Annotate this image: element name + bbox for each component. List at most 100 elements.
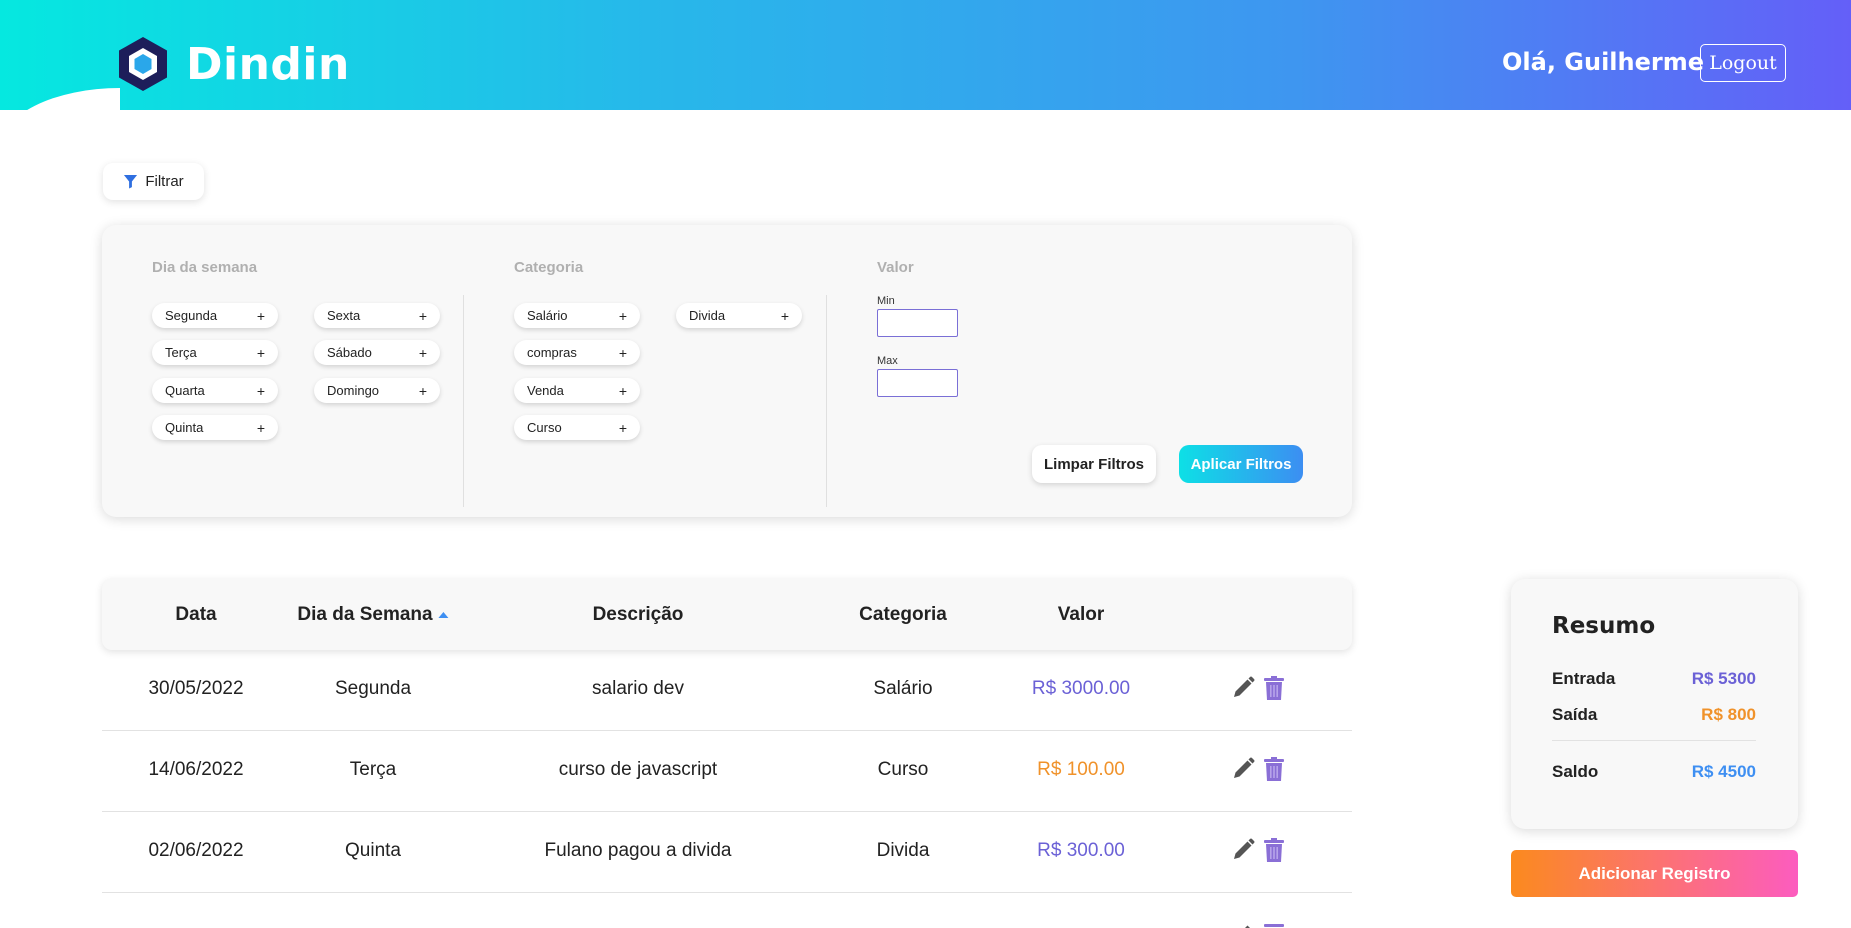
user-greeting: Olá, Guilherme: [1502, 48, 1705, 76]
chip-domingo[interactable]: Domingo +: [314, 378, 440, 403]
column-header-weekday-label: Dia da Semana: [297, 604, 433, 625]
min-value-input[interactable]: [877, 309, 958, 337]
cell-description: Fulano pagou a divida: [544, 840, 732, 861]
plus-icon: +: [618, 419, 627, 436]
cell-description: salario dev: [592, 678, 684, 699]
plus-icon: +: [780, 307, 789, 324]
clear-filters-button[interactable]: Limpar Filtros: [1032, 445, 1156, 483]
chip-label: compras: [527, 345, 577, 360]
table-row: 14/06/2022 Terça curso de javascript Cur…: [102, 731, 1352, 812]
cell-category: Divida: [876, 840, 930, 861]
pencil-edit-icon[interactable]: [1231, 756, 1255, 782]
balance-label: Saldo: [1552, 762, 1599, 781]
cell-date: 30/05/2022: [148, 678, 244, 699]
plus-icon: +: [256, 419, 265, 436]
value-filter-heading: Valor: [877, 259, 914, 276]
trash-delete-icon[interactable]: [1262, 675, 1286, 701]
chip-label: Sexta: [327, 308, 361, 323]
header-curve: [0, 88, 1851, 148]
column-header-date[interactable]: Data: [175, 604, 216, 626]
plus-icon: +: [618, 307, 627, 324]
filter-icon: [124, 174, 138, 189]
income-value: R$ 5300: [1691, 669, 1756, 688]
chip-compras[interactable]: compras +: [514, 340, 640, 365]
chip-label: Segunda: [165, 308, 218, 323]
chip-quarta[interactable]: Quarta +: [152, 378, 278, 403]
brand-logo: Dindin: [116, 35, 350, 93]
chip-label: Terça: [165, 345, 197, 360]
filter-panel: Dia da semana Segunda + Terça + Quarta + Qu…: [102, 225, 1352, 517]
income-label: Entrada: [1552, 669, 1616, 688]
min-label: Min: [877, 295, 895, 307]
max-value-input[interactable]: [877, 369, 958, 397]
cell-weekday: Terça: [349, 759, 397, 780]
trash-delete-icon[interactable]: [1262, 837, 1286, 863]
category-filter-heading: Categoria: [514, 259, 584, 276]
chip-label: Quarta: [165, 383, 205, 398]
chip-terca[interactable]: Terça +: [152, 340, 278, 365]
sort-ascending-icon: [438, 611, 449, 618]
summary-title: Resumo: [1552, 613, 1656, 639]
column-divider: [463, 295, 464, 507]
chip-curso[interactable]: Curso +: [514, 415, 640, 440]
plus-icon: +: [256, 382, 265, 399]
top-header: Dindin Olá, Guilherme Logout: [0, 0, 1851, 110]
cell-value: R$ 3000.00: [1031, 678, 1131, 699]
table-row: 30/05/2022 Segunda salario dev Salário R…: [102, 650, 1352, 731]
weekday-filter-heading: Dia da semana: [152, 259, 258, 276]
expense-label: Saída: [1552, 705, 1598, 724]
cell-value: R$ 100.00: [1037, 759, 1125, 780]
cell-weekday: Segunda: [334, 678, 412, 699]
hexagon-logo-icon: [119, 37, 167, 91]
pencil-edit-icon[interactable]: [1231, 921, 1255, 928]
summary-divider: [1552, 740, 1756, 741]
trash-delete-icon[interactable]: [1262, 756, 1286, 782]
pencil-edit-icon[interactable]: [1231, 675, 1255, 701]
chip-label: Curso: [527, 420, 562, 435]
plus-icon: +: [256, 307, 265, 324]
apply-filters-button[interactable]: Aplicar Filtros: [1179, 445, 1303, 483]
chip-quinta[interactable]: Quinta +: [152, 415, 278, 440]
trash-delete-icon[interactable]: [1262, 921, 1286, 928]
chip-label: Salário: [527, 308, 568, 323]
cell-date: 02/06/2022: [148, 840, 244, 861]
summary-card: Resumo Entrada R$ 5300 Saída R$ 800 Sald…: [1511, 579, 1798, 829]
column-header-description[interactable]: Descrição: [593, 604, 684, 626]
column-header-weekday[interactable]: Dia da Semana: [297, 604, 449, 626]
cell-category: Salário: [873, 678, 933, 699]
cell-value: R$ 300.00: [1037, 840, 1125, 861]
chip-sabado[interactable]: Sábado +: [314, 340, 440, 365]
plus-icon: +: [418, 382, 427, 399]
balance-value: R$ 4500: [1691, 762, 1756, 781]
plus-icon: +: [418, 307, 427, 324]
cell-description: curso de javascript: [558, 759, 718, 780]
cell-weekday: Quinta: [345, 840, 401, 861]
chip-sexta[interactable]: Sexta +: [314, 303, 440, 328]
chip-label: Sábado: [327, 345, 372, 360]
expense-value: R$ 800: [1701, 705, 1756, 724]
chip-venda[interactable]: Venda +: [514, 378, 640, 403]
logout-button[interactable]: Logout: [1700, 44, 1786, 82]
chip-label: Quinta: [165, 420, 204, 435]
cell-category: Curso: [877, 759, 929, 780]
max-label: Max: [877, 355, 898, 367]
filter-toggle-button[interactable]: Filtrar: [103, 163, 204, 200]
chip-label: Venda: [527, 383, 564, 398]
cell-date: 14/06/2022: [148, 759, 244, 780]
plus-icon: +: [256, 344, 265, 361]
chip-divida[interactable]: Divida +: [676, 303, 802, 328]
add-record-button[interactable]: Adicionar Registro: [1511, 850, 1798, 897]
chip-salario[interactable]: Salário +: [514, 303, 640, 328]
table-row: 02/06/2022 Quinta Fulano pagou a divida …: [102, 812, 1352, 893]
table-row: [102, 893, 1352, 928]
plus-icon: +: [618, 344, 627, 361]
table-header: Data Dia da Semana Descrição Categoria V…: [102, 579, 1352, 650]
chip-label: Domingo: [327, 383, 380, 398]
pencil-edit-icon[interactable]: [1231, 837, 1255, 863]
column-header-value[interactable]: Valor: [1058, 604, 1104, 626]
column-header-category[interactable]: Categoria: [859, 604, 947, 626]
app-name: Dindin: [186, 38, 350, 90]
plus-icon: +: [618, 382, 627, 399]
filter-toggle-label: Filtrar: [145, 173, 184, 190]
chip-segunda[interactable]: Segunda +: [152, 303, 278, 328]
